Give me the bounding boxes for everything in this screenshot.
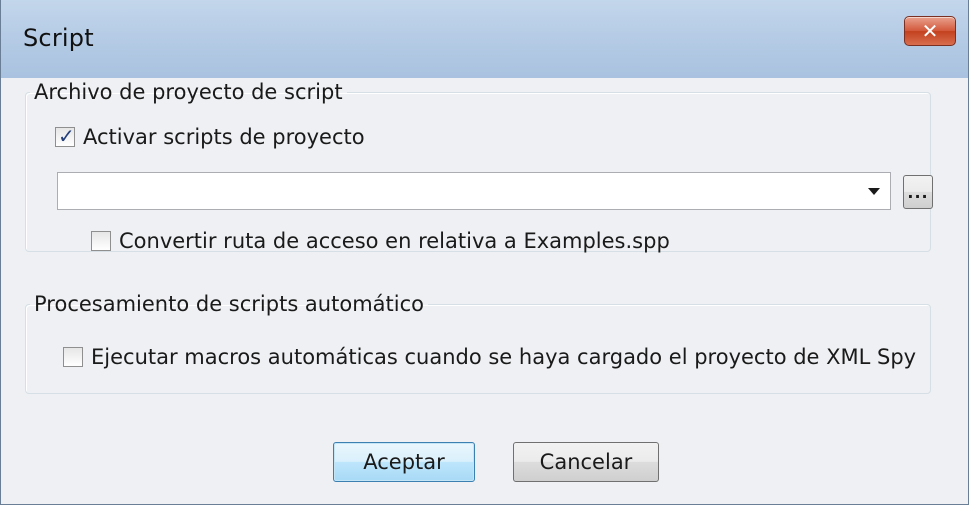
project-script-group: Archivo de proyecto de script <box>25 80 931 252</box>
close-button[interactable]: ✕ <box>904 16 956 46</box>
dialog-title: Script <box>23 24 94 52</box>
run-macros-label: Ejecutar macros automáticas cuando se ha… <box>91 345 917 369</box>
enable-project-scripts-row[interactable]: Activar scripts de proyecto <box>55 124 365 149</box>
project-script-legend: Archivo de proyecto de script <box>34 80 343 104</box>
relative-path-checkbox[interactable] <box>91 231 111 251</box>
project-path-combo[interactable] <box>57 172 891 210</box>
auto-processing-legend: Procesamiento de scripts automático <box>34 292 424 316</box>
browse-button[interactable]: ... <box>903 175 933 209</box>
close-icon: ✕ <box>921 19 939 43</box>
ellipsis-icon: ... <box>907 182 929 202</box>
chevron-down-icon[interactable] <box>868 188 880 195</box>
enable-project-scripts-label: Activar scripts de proyecto <box>83 125 365 149</box>
auto-processing-group: Procesamiento de scripts automático <box>25 292 931 394</box>
run-macros-checkbox[interactable] <box>63 347 83 367</box>
relative-path-label: Convertir ruta de acceso en relativa a E… <box>119 229 670 253</box>
ok-button[interactable]: Aceptar <box>333 442 475 482</box>
script-dialog: Script ✕ Archivo de proyecto de script A… <box>0 0 969 505</box>
run-macros-row[interactable]: Ejecutar macros automáticas cuando se ha… <box>63 345 916 369</box>
cancel-button[interactable]: Cancelar <box>513 442 659 482</box>
title-bar[interactable]: Script ✕ <box>1 0 968 78</box>
relative-path-row[interactable]: Convertir ruta de acceso en relativa a E… <box>91 229 670 253</box>
enable-project-scripts-checkbox[interactable] <box>55 124 75 148</box>
